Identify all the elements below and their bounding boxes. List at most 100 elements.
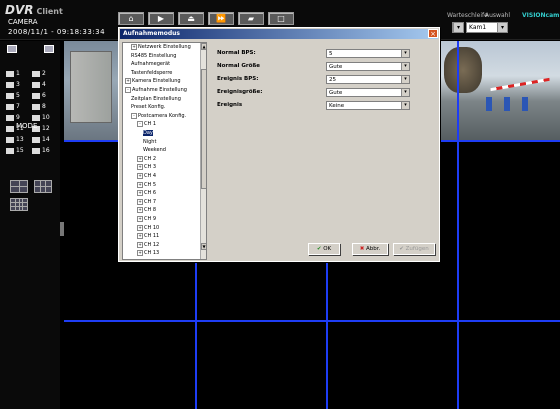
expand-icon[interactable]: + — [125, 78, 131, 85]
home-button[interactable]: ⌂ — [118, 12, 144, 25]
camera-button[interactable]: 1 — [6, 70, 20, 77]
tree-item[interactable]: + CH 8 — [137, 207, 156, 214]
camera-button[interactable]: 7 — [6, 103, 20, 110]
expand-icon[interactable]: + — [137, 216, 143, 222]
chevron-up-icon[interactable]: ▲ — [201, 43, 206, 50]
expand-icon[interactable]: + — [137, 207, 143, 214]
tree-item[interactable]: + CH 12 — [137, 241, 159, 248]
panel-left-icon[interactable] — [7, 45, 17, 53]
expand-icon[interactable]: + — [137, 173, 143, 179]
camera-button[interactable]: 6 — [32, 92, 46, 99]
ok-button[interactable]: ✔ OK — [308, 243, 340, 255]
tree-item[interactable]: Aufnahmegerät — [131, 61, 170, 67]
tree-item[interactable]: + CH 5 — [137, 181, 156, 188]
tree-item[interactable]: + Netzwerk Einstellung — [131, 44, 191, 50]
tree-item[interactable]: Zeitplan Einstellung — [131, 96, 181, 102]
camera-number: 12 — [42, 125, 50, 132]
fullscreen-button[interactable]: □ — [268, 12, 294, 25]
camera-button[interactable]: 5 — [6, 92, 20, 99]
tree-item[interactable]: + CH 10 — [137, 224, 159, 231]
tree-item[interactable]: + Kamera Einstellung — [125, 78, 181, 85]
tree-item[interactable]: + CH 13 — [137, 250, 159, 257]
fast-forward-button[interactable]: ⏩ — [208, 12, 234, 25]
expand-icon[interactable]: + — [137, 181, 143, 188]
expand-icon[interactable]: + — [137, 250, 143, 257]
camera-number: 10 — [42, 114, 50, 121]
field-select[interactable]: Gute ▾ — [326, 88, 410, 97]
field-select[interactable]: Gute ▾ — [326, 62, 410, 71]
expand-icon[interactable]: + — [137, 233, 143, 240]
record-button[interactable]: ▰ — [238, 12, 264, 25]
expand-icon[interactable]: + — [137, 155, 143, 162]
tree-item[interactable]: + CH 9 — [137, 216, 156, 222]
tree-item[interactable]: Preset Konfig. — [131, 104, 165, 110]
cancel-button[interactable]: ✖ Abbr. — [352, 243, 388, 255]
tree-item[interactable]: - Postcamera Konfig. — [131, 112, 186, 119]
tree-item[interactable]: + CH 3 — [137, 164, 157, 171]
multi-view-button[interactable] — [10, 198, 28, 211]
camera-number: 15 — [16, 147, 24, 154]
tree-item[interactable]: + CH 4 — [137, 173, 156, 179]
tree-item[interactable]: + CH 6 — [137, 190, 156, 197]
camera-button[interactable]: 8 — [32, 103, 46, 110]
tree-item[interactable]: Day — [143, 130, 153, 136]
collapse-icon[interactable]: - — [125, 87, 131, 93]
field-select[interactable]: 5 ▾ — [326, 49, 410, 58]
expand-icon[interactable]: + — [137, 164, 143, 171]
tree-item-label: CH 3 — [144, 164, 157, 171]
camera-select-value: Kam1 — [469, 24, 487, 31]
field-value: 25 — [329, 77, 336, 83]
quad-view-button[interactable] — [34, 180, 52, 193]
settings-tree: + Netzwerk Einstellung RS485 Einstellung Au… — [122, 42, 207, 260]
field-select[interactable]: Keine ▾ — [326, 101, 410, 110]
queue-select[interactable]: ▾ — [452, 22, 464, 33]
camera-feed-1[interactable] — [64, 41, 124, 141]
collapse-icon[interactable]: - — [131, 112, 137, 119]
tree-item[interactable]: Tastenfeldsperre — [131, 70, 172, 76]
logo-subtext: Client — [36, 7, 63, 16]
field-value: Gute — [329, 90, 343, 96]
datetime-display: 2008/11/1 - 09:18:33:34 — [8, 28, 106, 36]
tree-item[interactable]: RS485 Einstellung — [131, 53, 176, 59]
eject-button[interactable]: ⏏ — [178, 12, 204, 25]
panel-right-icon[interactable] — [44, 45, 54, 53]
camera-button[interactable]: 4 — [32, 81, 46, 88]
camera-button[interactable]: 2 — [32, 70, 46, 77]
camera-icon — [32, 92, 40, 99]
tree-item[interactable]: Night — [143, 139, 156, 145]
expand-icon[interactable]: + — [137, 224, 143, 231]
queue-label: Warteschleife — [447, 12, 488, 19]
camera-icon — [6, 136, 14, 143]
expand-icon[interactable]: + — [137, 198, 143, 205]
camera-button[interactable]: 13 — [6, 136, 24, 143]
scrollbar-thumb[interactable] — [201, 69, 206, 189]
camera-button[interactable]: 3 — [6, 81, 20, 88]
tree-item[interactable]: + CH 7 — [137, 198, 156, 205]
tree-item[interactable]: - Aufnahme Einstellung — [125, 87, 187, 93]
field-label: Ereignis — [217, 102, 243, 108]
expand-icon[interactable]: + — [137, 241, 143, 248]
camera-button[interactable]: 9 — [6, 114, 20, 121]
field-select[interactable]: 25 ▾ — [326, 75, 410, 84]
chevron-down-icon: ▾ — [401, 89, 409, 96]
apply-button[interactable]: ✔ Zufügen — [393, 243, 435, 255]
field-label: Normal Größe — [217, 63, 261, 69]
close-icon[interactable]: × — [428, 29, 438, 38]
tree-item[interactable]: - CH 1 — [137, 121, 156, 128]
chevron-down-icon[interactable]: ▼ — [201, 243, 206, 250]
collapse-icon[interactable]: - — [137, 121, 143, 128]
tree-item[interactable]: + CH 11 — [137, 233, 159, 240]
tree-scrollbar[interactable]: ▲ ▼ — [200, 43, 206, 259]
expand-icon[interactable]: + — [137, 190, 143, 197]
camera-button[interactable]: 16 — [32, 147, 50, 154]
camera-button[interactable]: 14 — [32, 136, 50, 143]
camera-button[interactable]: 15 — [6, 147, 24, 154]
select-label: Auswahl — [485, 12, 511, 19]
tree-item[interactable]: Weekend — [143, 147, 166, 153]
camera-button[interactable]: 10 — [32, 114, 50, 121]
single-view-button[interactable] — [10, 180, 28, 193]
tree-item[interactable]: + CH 2 — [137, 155, 156, 162]
play-button[interactable]: ▶ — [148, 12, 174, 25]
expand-icon[interactable]: + — [131, 44, 137, 50]
camera-select[interactable]: Kam1 ▾ — [466, 22, 508, 33]
